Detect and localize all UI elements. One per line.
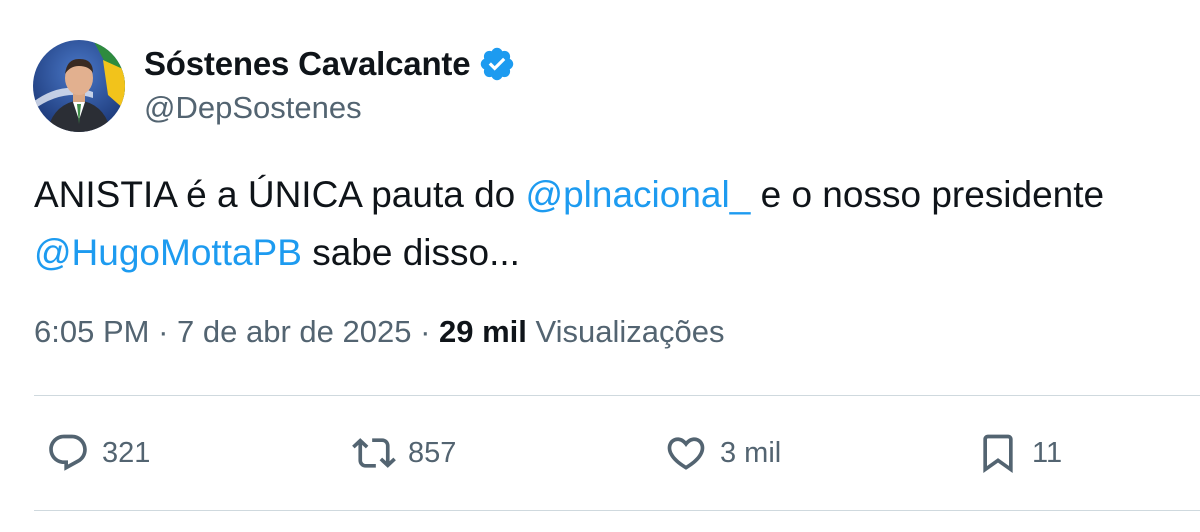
verified-badge-icon[interactable] <box>478 45 516 83</box>
author-name-row: Sóstenes Cavalcante <box>144 42 516 86</box>
like-button[interactable]: 3 mil <box>664 425 781 481</box>
tweet-text-part: e o nosso presidente <box>750 174 1105 215</box>
bookmark-icon <box>976 431 1020 475</box>
like-count: 3 mil <box>720 436 782 469</box>
tweet-date[interactable]: 7 de abr de 2025 <box>177 314 411 349</box>
reply-button[interactable]: 321 <box>46 425 150 481</box>
retweet-count: 857 <box>408 436 457 469</box>
tweet-actions-bar: 321 857 3 mil 11 <box>0 425 1200 481</box>
mention-link[interactable]: @HugoMottaPB <box>34 232 302 273</box>
bookmark-button[interactable]: 11 <box>976 425 1062 481</box>
views-label: Visualizações <box>535 314 725 349</box>
avatar-image <box>33 40 125 132</box>
divider <box>34 395 1200 396</box>
mention-link[interactable]: @plnacional_ <box>526 174 751 215</box>
retweet-button[interactable]: 857 <box>352 425 456 481</box>
divider <box>34 510 1200 511</box>
tweet-text-part: ANISTIA é a ÚNICA pauta do <box>34 174 526 215</box>
author-display-name[interactable]: Sóstenes Cavalcante <box>144 45 471 83</box>
tweet-card: Sóstenes Cavalcante @DepSostenes ANISTIA… <box>0 0 1200 532</box>
tweet-text-part: sabe disso... <box>301 232 520 273</box>
tweet-text: ANISTIA é a ÚNICA pauta do @plnacional_ … <box>34 166 1184 282</box>
meta-separator: · <box>411 314 440 349</box>
tweet-meta: 6:05 PM · 7 de abr de 2025 · 29 mil Visu… <box>34 314 725 350</box>
views-count[interactable]: 29 mil <box>439 314 527 349</box>
reply-count: 321 <box>102 436 151 469</box>
reply-icon <box>46 431 90 475</box>
author-handle[interactable]: @DepSostenes <box>144 90 362 126</box>
bookmark-count: 11 <box>1032 436 1063 469</box>
heart-icon <box>664 431 708 475</box>
avatar[interactable] <box>33 40 125 132</box>
retweet-icon <box>352 431 396 475</box>
tweet-time[interactable]: 6:05 PM <box>34 314 149 349</box>
meta-separator: · <box>149 314 178 349</box>
